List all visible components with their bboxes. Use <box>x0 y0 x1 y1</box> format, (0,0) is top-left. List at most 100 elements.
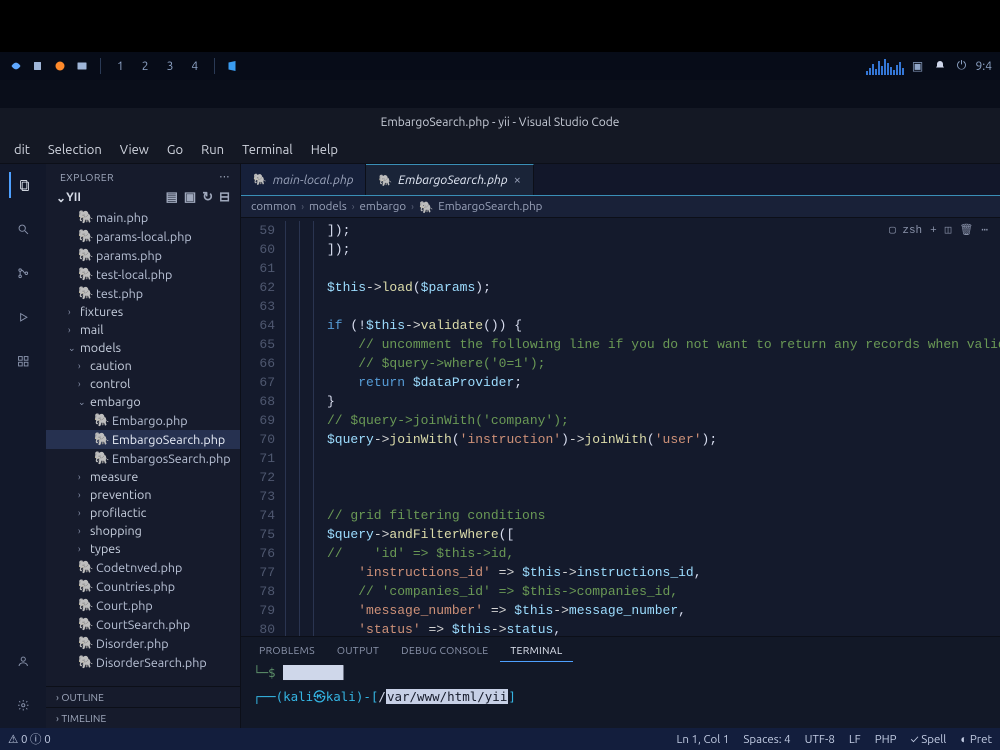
php-file-icon: 🐘 <box>78 560 92 575</box>
tree-item-label: types <box>90 542 121 556</box>
breadcrumb-part[interactable]: common <box>251 200 296 213</box>
sidebar-more-icon[interactable]: ⋯ <box>219 170 230 183</box>
file-main-php[interactable]: 🐘main.php <box>46 208 240 227</box>
breadcrumb[interactable]: common› models› embargo› 🐘 EmbargoSearch… <box>241 196 1000 218</box>
notifications-bell-icon[interactable] <box>932 58 948 74</box>
kali-logo-icon[interactable] <box>8 58 24 74</box>
firefox-icon[interactable] <box>52 58 68 74</box>
code-lines[interactable]: ]);]);$this->load($params);if (!$this->v… <box>285 218 1000 636</box>
php-file-icon: 🐘 <box>78 248 92 263</box>
status-encoding[interactable]: UTF-8 <box>805 733 835 746</box>
files-icon[interactable] <box>30 58 46 74</box>
folder-profilactic[interactable]: ›profilactic <box>46 504 240 522</box>
file-params-local-php[interactable]: 🐘params-local.php <box>46 227 240 246</box>
status-language[interactable]: PHP <box>875 733 897 746</box>
file-disordersearch-php[interactable]: 🐘DisorderSearch.php <box>46 653 240 672</box>
shell-indicator[interactable]: ▢ zsh <box>889 222 922 241</box>
file-embargosearch-php[interactable]: 🐘EmbargoSearch.php <box>46 430 240 449</box>
tree-item-label: CourtSearch.php <box>96 618 190 632</box>
panel-tab-terminal[interactable]: TERMINAL <box>500 639 572 662</box>
menu-go[interactable]: Go <box>159 139 191 161</box>
file-countries-php[interactable]: 🐘Countries.php <box>46 577 240 596</box>
file-test-local-php[interactable]: 🐘test-local.php <box>46 265 240 284</box>
status-cursor[interactable]: Ln 1, Col 1 <box>677 733 730 746</box>
folder-models[interactable]: ⌄models <box>46 339 240 357</box>
file-embargossearch-php[interactable]: 🐘EmbargosSearch.php <box>46 449 240 468</box>
status-bar: ⚠ 0 ⓘ 0 Ln 1, Col 1 Spaces: 4 UTF-8 LF P… <box>0 728 1000 750</box>
menu-view[interactable]: View <box>112 139 157 161</box>
menu-selection[interactable]: Selection <box>40 139 110 161</box>
prompt-user: kali㉿kali <box>283 689 356 704</box>
breadcrumb-file[interactable]: EmbargoSearch.php <box>438 200 542 213</box>
folder-embargo[interactable]: ⌄embargo <box>46 393 240 411</box>
panel-tab-debug[interactable]: DEBUG CONSOLE <box>391 639 498 661</box>
terminal-icon[interactable] <box>74 58 90 74</box>
code-editor[interactable]: 5960616263646566676869707172737475767778… <box>241 218 1000 636</box>
source-control-icon[interactable] <box>10 260 36 286</box>
new-folder-icon[interactable]: ▣ <box>184 190 196 205</box>
folder-caution[interactable]: ›caution <box>46 357 240 375</box>
tree-item-label: Embargo.php <box>112 414 188 428</box>
status-spell[interactable]: ✓ Spell <box>911 733 947 746</box>
folder-mail[interactable]: ›mail <box>46 321 240 339</box>
panel-tab-problems[interactable]: PROBLEMS <box>249 639 325 661</box>
audio-icon[interactable]: ▣ <box>910 58 926 74</box>
menu-terminal[interactable]: Terminal <box>234 139 301 161</box>
power-icon[interactable]: ⏻ <box>954 58 970 74</box>
status-spaces[interactable]: Spaces: 4 <box>743 733 790 746</box>
terminal-body[interactable]: └─$ ████████ ┌──(kali㉿kali)-[/var/www/ht… <box>241 663 1000 728</box>
folder-types[interactable]: ›types <box>46 540 240 558</box>
status-eol[interactable]: LF <box>849 733 861 746</box>
file-courtsearch-php[interactable]: 🐘CourtSearch.php <box>46 615 240 634</box>
explorer-icon[interactable] <box>9 172 35 198</box>
more-icon[interactable]: ⋯ <box>981 222 988 241</box>
file-test-php[interactable]: 🐘test.php <box>46 284 240 303</box>
settings-gear-icon[interactable] <box>10 692 36 718</box>
workspace-2[interactable]: 2 <box>136 58 155 75</box>
file-codetnved-php[interactable]: 🐘Codetnved.php <box>46 558 240 577</box>
collapse-icon[interactable]: ⊟ <box>219 190 230 205</box>
menu-edit[interactable]: dit <box>6 139 38 161</box>
chevron-icon: › <box>78 508 88 518</box>
php-icon: 🐘 <box>378 174 392 187</box>
add-terminal-icon[interactable]: + <box>930 222 937 241</box>
file-embargo-php[interactable]: 🐘Embargo.php <box>46 411 240 430</box>
folder-measure[interactable]: ›measure <box>46 468 240 486</box>
workspace-1[interactable]: 1 <box>111 58 130 75</box>
file-disorder-php[interactable]: 🐘Disorder.php <box>46 634 240 653</box>
refresh-icon[interactable]: ↻ <box>202 190 213 205</box>
panel-tab-output[interactable]: OUTPUT <box>327 639 389 661</box>
menu-run[interactable]: Run <box>193 139 232 161</box>
timeline-section[interactable]: › TIMELINE <box>46 707 240 728</box>
file-court-php[interactable]: 🐘Court.php <box>46 596 240 615</box>
search-icon[interactable] <box>10 216 36 242</box>
tab-embargo-search[interactable]: 🐘 EmbargoSearch.php × <box>366 164 533 195</box>
vscode-taskbar-icon[interactable] <box>225 58 241 74</box>
tree-item-label: Countries.php <box>96 580 175 594</box>
folder-control[interactable]: ›control <box>46 375 240 393</box>
workspace-4[interactable]: 4 <box>185 58 204 75</box>
folder-shopping[interactable]: ›shopping <box>46 522 240 540</box>
tab-main-local[interactable]: 🐘 main-local.php <box>241 164 366 195</box>
breadcrumb-part[interactable]: models <box>309 200 347 213</box>
status-remote-icon[interactable]: ⚠ 0 ⓘ 0 <box>8 731 51 747</box>
debug-icon[interactable] <box>10 304 36 330</box>
split-editor-icon[interactable]: ◫ <box>945 222 952 241</box>
extensions-icon[interactable] <box>10 348 36 374</box>
project-root[interactable]: ⌄ YII ▤ ▣ ↻ ⊟ <box>46 187 240 208</box>
close-tab-icon[interactable]: × <box>514 173 521 187</box>
workspace-3[interactable]: 3 <box>161 58 180 75</box>
folder-fixtures[interactable]: ›fixtures <box>46 303 240 321</box>
clock[interactable]: 9:4 <box>976 60 993 73</box>
breadcrumb-part[interactable]: embargo <box>360 200 407 213</box>
trash-icon[interactable]: 🗑 <box>959 222 973 241</box>
folder-prevention[interactable]: ›prevention <box>46 486 240 504</box>
status-prettier[interactable]: ◐ Pret <box>960 733 992 746</box>
account-icon[interactable] <box>10 648 36 674</box>
file-params-php[interactable]: 🐘params.php <box>46 246 240 265</box>
new-file-icon[interactable]: ▤ <box>166 190 178 205</box>
outline-section[interactable]: › OUTLINE <box>46 686 240 707</box>
php-icon: 🐘 <box>253 173 267 186</box>
menu-help[interactable]: Help <box>303 139 346 161</box>
title-bar: EmbargoSearch.php - yii - Visual Studio … <box>0 108 1000 136</box>
